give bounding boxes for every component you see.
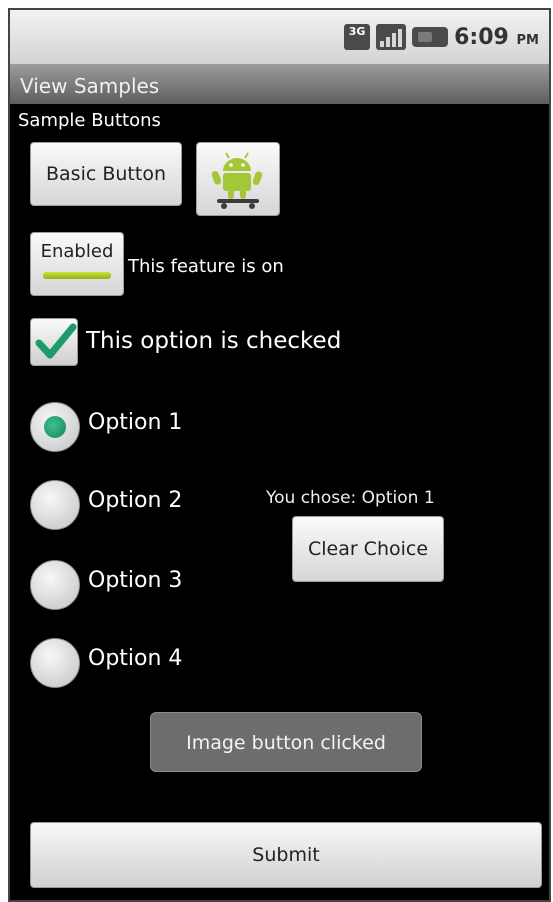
checkmark-icon <box>35 323 77 359</box>
basic-button-label: Basic Button <box>46 163 166 185</box>
submit-button[interactable]: Submit <box>30 822 542 888</box>
radio-option-4[interactable] <box>30 638 80 688</box>
clock-ampm: PM <box>516 32 539 48</box>
device-screen: 3G 6:09 PM View Samples Sample Buttons B… <box>8 8 551 902</box>
checkbox-label: This option is checked <box>86 328 342 354</box>
radio-selected-dot <box>44 416 66 438</box>
radio-option-3[interactable] <box>30 560 80 610</box>
clear-choice-button[interactable]: Clear Choice <box>292 516 444 582</box>
radio-option-1-label[interactable]: Option 1 <box>88 410 182 435</box>
section-label: Sample Buttons <box>18 110 161 131</box>
clear-choice-label: Clear Choice <box>307 538 429 560</box>
radio-option-4-label[interactable]: Option 4 <box>88 646 182 671</box>
feature-checkbox[interactable] <box>30 318 78 366</box>
app-title: View Samples <box>20 74 160 98</box>
radio-option-3-label[interactable]: Option 3 <box>88 568 182 593</box>
toggle-status-text: This feature is on <box>128 256 284 277</box>
battery-icon <box>412 27 449 47</box>
clock-time: 6:09 <box>454 24 509 50</box>
status-bar: 3G 6:09 PM <box>10 10 549 64</box>
toast-message: Image button clicked <box>150 712 422 772</box>
radio-option-1[interactable] <box>30 402 80 452</box>
toggle-button-label: Enabled <box>40 241 114 262</box>
network-type: 3G <box>348 25 366 38</box>
image-button[interactable] <box>196 142 280 216</box>
status-icons: 3G 6:09 PM <box>344 22 539 52</box>
radio-option-2[interactable] <box>30 480 80 530</box>
submit-button-label: Submit <box>252 844 320 866</box>
android-skateboard-icon <box>211 152 263 209</box>
network-3g-icon: 3G <box>344 24 371 50</box>
chosen-option-text: You chose: Option 1 <box>266 488 435 508</box>
basic-button[interactable]: Basic Button <box>30 142 182 206</box>
app-title-bar: View Samples <box>10 64 549 104</box>
status-clock: 6:09 PM <box>454 25 539 50</box>
radio-option-2-label[interactable]: Option 2 <box>88 488 182 513</box>
toggle-button[interactable]: Enabled <box>30 232 124 296</box>
toggle-indicator-led <box>43 272 111 279</box>
toast-text: Image button clicked <box>186 732 386 754</box>
signal-strength-icon <box>376 24 407 50</box>
